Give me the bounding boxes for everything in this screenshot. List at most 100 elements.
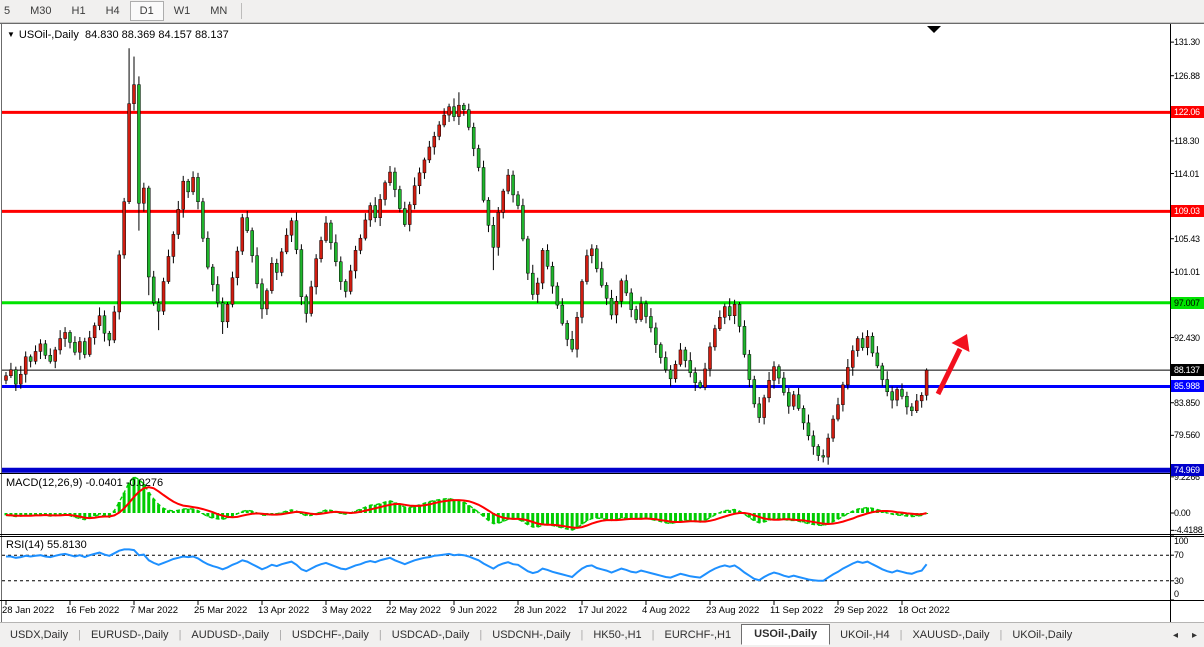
macd-axis-label: 0.00 — [1174, 507, 1204, 519]
chart-shift-marker-icon[interactable] — [927, 26, 941, 33]
bear-candle — [571, 339, 574, 349]
date-axis-label: 28 Jun 2022 — [514, 605, 566, 616]
bear-candle — [871, 336, 874, 353]
bear-candle — [477, 149, 480, 168]
bear-candle — [512, 175, 515, 195]
bear-candle — [398, 190, 401, 209]
tab-usdcnh-daily[interactable]: USDCNH-,Daily — [482, 626, 580, 644]
bull-candle — [226, 304, 229, 321]
bull-candle — [324, 223, 327, 240]
bull-candle — [792, 395, 795, 406]
date-axis-label: 9 Jun 2022 — [450, 605, 497, 616]
bear-candle — [29, 357, 32, 362]
bear-candle — [305, 297, 308, 314]
tab-audusd-daily[interactable]: AUDUSD-,Daily — [181, 626, 279, 644]
bear-candle — [531, 273, 534, 294]
bull-candle — [182, 181, 185, 209]
price-level-badge-88.137: 88.137 — [1171, 364, 1204, 376]
bull-candle — [763, 398, 766, 418]
bull-candle — [9, 370, 12, 376]
bull-candle — [59, 339, 62, 350]
bear-candle — [595, 249, 598, 269]
bear-candle — [699, 383, 702, 388]
bull-candle — [172, 234, 175, 256]
bull-candle — [615, 301, 618, 315]
bull-candle — [315, 259, 318, 287]
bull-candle — [502, 191, 505, 212]
bull-candle — [896, 389, 899, 400]
bull-candle — [620, 281, 623, 302]
price-level-badge-109.03: 109.03 — [1171, 205, 1204, 217]
bull-candle — [24, 357, 27, 374]
date-axis-label: 4 Aug 2022 — [642, 605, 690, 616]
rsi-axis-label: 30 — [1174, 575, 1204, 587]
bear-candle — [492, 225, 495, 247]
bull-candle — [457, 105, 460, 116]
bear-candle — [905, 396, 908, 407]
bull-candle — [576, 317, 579, 349]
tab-hk50-h1[interactable]: HK50-,H1 — [583, 626, 651, 644]
bear-candle — [526, 239, 529, 273]
timeframe-button-d1[interactable]: D1 — [130, 1, 164, 21]
bull-candle — [713, 329, 716, 347]
bear-candle — [630, 293, 633, 310]
bull-candle — [354, 250, 357, 271]
bear-candle — [694, 373, 697, 383]
bear-candle — [73, 342, 76, 352]
bull-candle — [280, 252, 283, 273]
rsi-axis-label: 0 — [1174, 588, 1204, 600]
bear-candle — [787, 392, 790, 406]
bull-candle — [379, 199, 382, 217]
bull-candle — [128, 104, 131, 202]
timeframe-button-h1[interactable]: H1 — [62, 1, 96, 21]
tab-usdcad-daily[interactable]: USDCAD-,Daily — [382, 626, 480, 644]
price-axis-tick: 105.43 — [1174, 233, 1204, 245]
bear-candle — [329, 223, 332, 243]
bull-candle — [640, 304, 643, 320]
bull-candle — [708, 347, 711, 369]
bear-candle — [339, 262, 342, 282]
tab-scroll-left-icon[interactable]: ◂ — [1170, 630, 1181, 641]
timeframe-button-5[interactable]: 5 — [0, 1, 20, 21]
bull-candle — [132, 85, 135, 104]
bull-candle — [827, 438, 830, 457]
timeframe-button-mn[interactable]: MN — [200, 1, 237, 21]
tab-usdx-daily[interactable]: USDX,Daily — [0, 626, 78, 644]
tab-eurchf-h1[interactable]: EURCHF-,H1 — [655, 626, 742, 644]
bull-candle — [674, 364, 677, 378]
bear-candle — [334, 243, 337, 262]
bull-candle — [384, 183, 387, 200]
bear-candle — [482, 168, 485, 201]
chart-dropdown-icon[interactable]: ▼ — [7, 30, 15, 39]
bear-candle — [49, 355, 52, 361]
timeframe-button-h4[interactable]: H4 — [96, 1, 130, 21]
date-axis-label: 11 Sep 2022 — [770, 605, 823, 616]
bull-candle — [98, 316, 101, 326]
date-axis-label: 17 Jul 2022 — [578, 605, 627, 616]
timeframe-button-w1[interactable]: W1 — [164, 1, 201, 21]
timeframe-button-m30[interactable]: M30 — [20, 1, 61, 21]
tab-usdchf-daily[interactable]: USDCHF-,Daily — [282, 626, 379, 644]
bull-candle — [723, 307, 726, 318]
date-axis-label: 16 Feb 2022 — [66, 605, 119, 616]
tab-ukoil-daily[interactable]: UKOil-,Daily — [1002, 626, 1082, 644]
bear-candle — [44, 344, 47, 355]
bear-candle — [556, 286, 559, 305]
tab-xauusd-daily[interactable]: XAUUSD-,Daily — [902, 626, 999, 644]
tab-eurusd-daily[interactable]: EURUSD-,Daily — [81, 626, 179, 644]
date-axis-label: 7 Mar 2022 — [130, 605, 178, 616]
bull-candle — [832, 419, 835, 438]
tab-ukoil-h4[interactable]: UKOil-,H4 — [830, 626, 900, 644]
bear-candle — [275, 263, 278, 272]
tab-scroll-right-icon[interactable]: ▸ — [1189, 630, 1200, 641]
bull-candle — [113, 312, 116, 340]
bull-candle — [856, 339, 859, 351]
bear-candle — [467, 110, 470, 127]
bear-candle — [344, 282, 347, 292]
tab-usoil-daily[interactable]: USOil-,Daily — [741, 624, 830, 645]
date-axis-label: 25 Mar 2022 — [194, 605, 247, 616]
bull-candle — [19, 374, 22, 384]
bull-candle — [925, 370, 928, 395]
bull-candle — [733, 304, 736, 315]
bull-candle — [423, 160, 426, 173]
